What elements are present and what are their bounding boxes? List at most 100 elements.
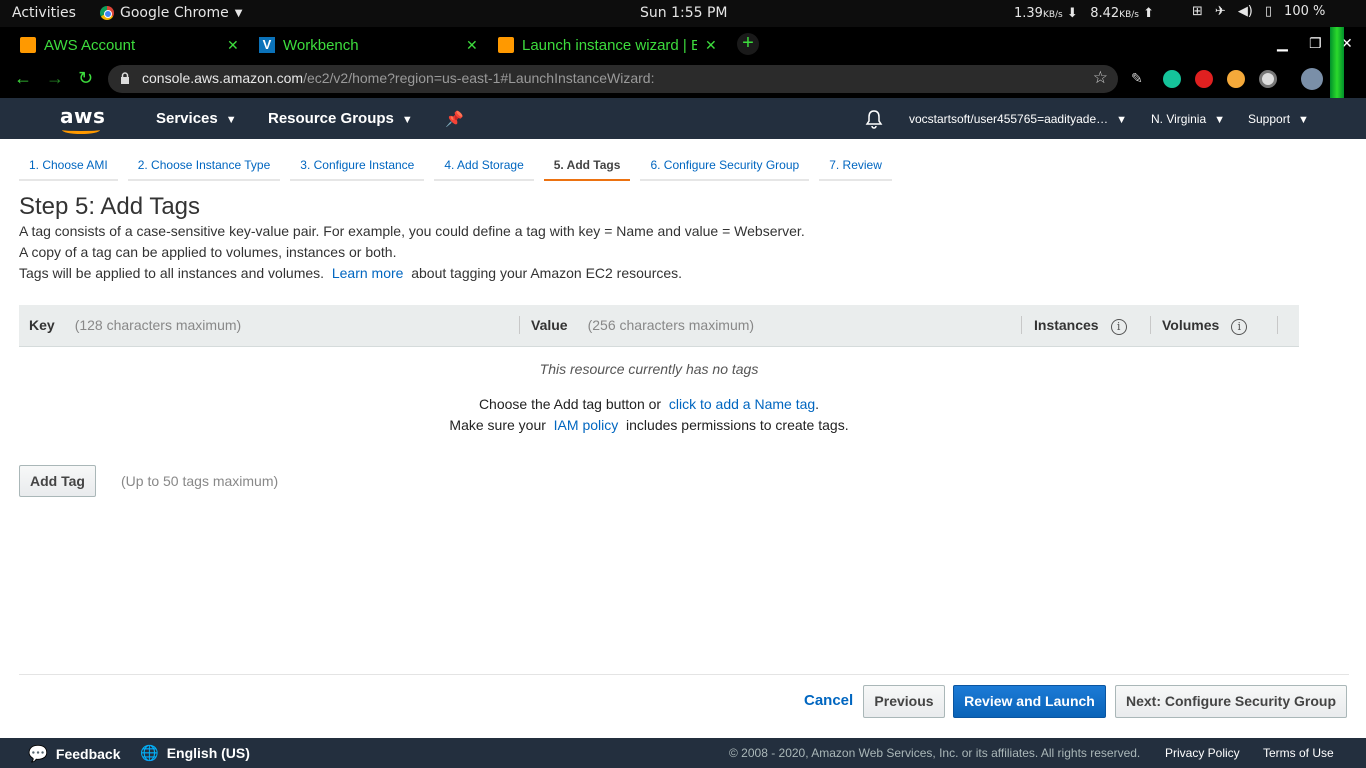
description-text: about tagging your Amazon EC2 resources. <box>411 265 683 281</box>
chevron-down-icon: ▼ <box>225 114 237 126</box>
forward-arrow-icon[interactable]: → <box>46 68 64 89</box>
tab-configure-security-group[interactable]: 6. Configure Security Group <box>640 150 810 181</box>
column-divider <box>1150 316 1151 334</box>
review-and-launch-button[interactable]: Review and Launch <box>953 685 1106 718</box>
info-icon[interactable]: i <box>1231 319 1248 335</box>
battery-icon[interactable]: ▯ <box>1265 4 1272 19</box>
network-icon[interactable]: ⊞ <box>1192 4 1203 19</box>
support-menu[interactable]: Support ▼ <box>1248 112 1309 126</box>
tags-table-header: Key (128 characters maximum) Value (256 ch… <box>19 305 1299 347</box>
tab-workbench[interactable]: V Workbench ✕ <box>259 30 479 60</box>
aws-navbar: aws Services ▼ Resource Groups ▼ 📌 vocstar… <box>0 98 1366 139</box>
feedback-button[interactable]: 💬 Feedback <box>28 744 121 764</box>
volume-icon[interactable]: ◀) <box>1238 4 1253 19</box>
browser-toolbar: ← → ↻ console.aws.amazon.com/ec2/v2/home… <box>0 60 1366 98</box>
chevron-down-icon: ▼ <box>1298 114 1309 126</box>
chevron-down-icon: ▼ <box>234 7 243 19</box>
instances-column-header: Instances i <box>1034 317 1127 335</box>
back-arrow-icon[interactable]: ← <box>14 68 32 89</box>
key-column-header: Key (128 characters maximum) <box>29 317 241 333</box>
grammarly-icon[interactable] <box>1163 70 1181 88</box>
close-icon[interactable]: ✕ <box>227 37 239 54</box>
pen-extension-icon[interactable]: ✎ <box>1131 70 1149 88</box>
app-menu[interactable]: Google Chrome ▼ <box>100 5 242 21</box>
info-icon[interactable]: i <box>1110 319 1127 335</box>
learn-more-link[interactable]: Learn more <box>332 265 404 281</box>
tab-choose-ami[interactable]: 1. Choose AMI <box>19 150 118 181</box>
description-line: A tag consists of a case-sensitive key-v… <box>19 223 805 239</box>
account-label: vocstartsoft/user455765=aadityade… <box>909 112 1109 126</box>
tab-choose-instance-type[interactable]: 2. Choose Instance Type <box>127 150 281 181</box>
tab-label: Launch instance wizard | E <box>522 36 697 54</box>
profile-avatar[interactable] <box>1301 68 1323 90</box>
new-tab-button[interactable]: + <box>737 33 759 55</box>
volumes-header-label: Volumes <box>1162 317 1220 333</box>
region-label: N. Virginia <box>1151 112 1207 126</box>
bookmark-star-icon[interactable]: ☆ <box>1093 68 1108 88</box>
page-footer: 💬 Feedback 🌐 English (US) © 2008 - 2020,… <box>0 738 1366 768</box>
face-extension-icon[interactable] <box>1227 70 1245 88</box>
next-configure-security-group-button[interactable]: Next: Configure Security Group <box>1115 685 1347 718</box>
activities-button[interactable]: Activities <box>12 5 76 21</box>
tab-label: AWS Account <box>44 36 136 54</box>
tab-aws-account[interactable]: AWS Account ✕ <box>20 30 240 60</box>
reload-icon[interactable]: ↻ <box>78 68 93 89</box>
account-menu[interactable]: vocstartsoft/user455765=aadityade… ▼ <box>909 112 1127 126</box>
tab-launch-instance-wizard[interactable]: Launch instance wizard | E ✕ <box>498 30 718 60</box>
close-icon[interactable]: ✕ <box>466 37 478 54</box>
feedback-label: Feedback <box>55 746 121 762</box>
add-tag-button[interactable]: Add Tag <box>19 465 96 497</box>
wizard-steps: 1. Choose AMI 2. Choose Instance Type 3.… <box>19 150 902 181</box>
chevron-down-icon: ▼ <box>1116 114 1128 126</box>
net-down-value: 1.39 <box>1014 6 1043 21</box>
chevron-down-icon: ▼ <box>401 114 413 126</box>
hand-extension-icon[interactable] <box>1195 70 1213 88</box>
airplane-icon[interactable]: ✈ <box>1215 4 1226 19</box>
divider <box>19 674 1349 675</box>
aws-logo[interactable]: aws <box>60 104 105 134</box>
lock-icon <box>121 72 129 84</box>
tab-review[interactable]: 7. Review <box>819 150 892 181</box>
arrow-up-icon: ⬆ <box>1143 6 1155 21</box>
tab-add-storage[interactable]: 4. Add Storage <box>434 150 534 181</box>
instances-header-label: Instances <box>1034 317 1099 333</box>
aws-smile-icon <box>62 126 100 134</box>
add-name-tag-link[interactable]: click to add a Name tag <box>669 396 815 412</box>
app-name: Google Chrome <box>120 5 229 21</box>
privacy-policy-link[interactable]: Privacy Policy <box>1165 746 1240 760</box>
tab-configure-instance[interactable]: 3. Configure Instance <box>290 150 425 181</box>
cancel-button[interactable]: Cancel <box>804 692 853 709</box>
bell-icon[interactable] <box>865 109 883 129</box>
value-column-header: Value (256 characters maximum) <box>531 317 754 333</box>
services-label: Services <box>156 110 218 127</box>
language-selector[interactable]: 🌐 English (US) <box>140 744 250 762</box>
column-divider <box>1277 316 1278 334</box>
services-menu[interactable]: Services ▼ <box>156 110 237 127</box>
tab-add-tags[interactable]: 5. Add Tags <box>543 150 631 181</box>
close-icon[interactable]: ✕ <box>705 37 717 54</box>
address-bar[interactable]: console.aws.amazon.com/ec2/v2/home?regio… <box>108 65 1118 93</box>
tab-label: Workbench <box>283 36 359 54</box>
maximize-icon[interactable]: ❐ <box>1309 35 1322 52</box>
description-line: Tags will be applied to all instances an… <box>19 265 682 281</box>
decorative-strip <box>1330 27 1344 98</box>
instruction-text: includes permissions to create tags. <box>626 417 849 433</box>
circle-extension-icon[interactable] <box>1259 70 1277 88</box>
description-text: Tags will be applied to all instances an… <box>19 265 325 281</box>
region-menu[interactable]: N. Virginia ▼ <box>1151 112 1225 126</box>
net-up-value: 8.42 <box>1090 6 1120 21</box>
system-tray[interactable]: ⊞ ✈ ◀) ▯ 100 % <box>1192 4 1325 19</box>
previous-button[interactable]: Previous <box>863 685 945 718</box>
empty-state-text: This resource currently has no tags <box>539 361 759 377</box>
network-speed: 1.39KB/s ⬇ 8.42KB/s ⬆ <box>1014 6 1154 21</box>
copyright-text: © 2008 - 2020, Amazon Web Services, Inc.… <box>729 746 1141 760</box>
terms-of-use-link[interactable]: Terms of Use <box>1263 746 1334 760</box>
system-clock[interactable]: Sun 1:55 PM <box>640 5 728 21</box>
net-down-unit: KB/s <box>1042 10 1063 20</box>
minimize-icon[interactable]: ▁ <box>1277 35 1288 52</box>
iam-policy-link[interactable]: IAM policy <box>554 417 619 433</box>
vocareum-v-icon: V <box>259 37 275 53</box>
net-up-unit: KB/s <box>1119 10 1139 20</box>
resource-groups-menu[interactable]: Resource Groups ▼ <box>268 110 413 127</box>
pin-icon[interactable]: 📌 <box>445 110 464 128</box>
